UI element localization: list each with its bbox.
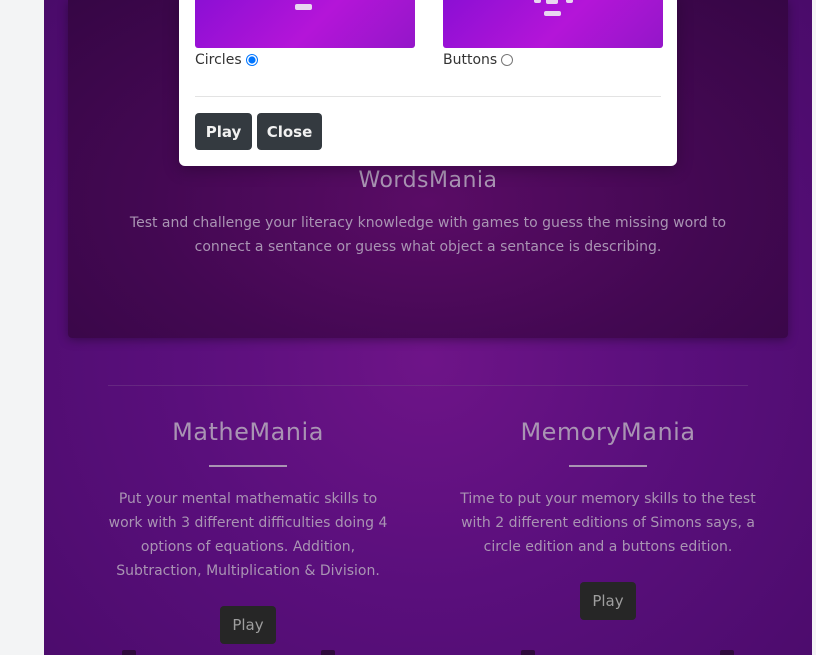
circles-option[interactable]: Circles bbox=[195, 52, 258, 68]
mathemania-title: MatheMania bbox=[172, 418, 324, 446]
memorymania-edition-modal: Circles Buttons Play Close bbox=[179, 0, 677, 166]
linkedin-icon[interactable] bbox=[720, 650, 734, 655]
section-divider bbox=[108, 385, 748, 386]
mathemania-underline bbox=[209, 465, 287, 467]
modal-footer-divider bbox=[195, 96, 661, 97]
memorymania-title: MemoryMania bbox=[520, 418, 696, 446]
mathemania-section: MatheMania Put your mental mathematic sk… bbox=[88, 412, 408, 583]
preview-mini-button bbox=[295, 4, 312, 10]
memorymania-description: Time to put your memory skills to the te… bbox=[460, 491, 756, 555]
mathemania-play-button[interactable]: Play bbox=[220, 606, 276, 644]
buttons-radio[interactable] bbox=[501, 54, 514, 66]
circles-option-label: Circles bbox=[195, 52, 242, 68]
preview-mini-button bbox=[534, 0, 541, 3]
modal-play-button[interactable]: Play bbox=[195, 113, 252, 150]
preview-mini-button bbox=[546, 0, 558, 4]
preview-mini-button bbox=[544, 11, 561, 16]
wordsmania-description: Test and challenge your literacy knowled… bbox=[129, 215, 727, 255]
instagram-icon[interactable] bbox=[321, 650, 335, 655]
circles-radio[interactable] bbox=[245, 54, 258, 66]
buttons-edition-preview bbox=[443, 0, 663, 48]
memorymania-play-button[interactable]: Play bbox=[580, 582, 636, 620]
modal-close-button[interactable]: Close bbox=[257, 113, 322, 150]
github-icon[interactable] bbox=[521, 650, 535, 655]
facebook-icon[interactable] bbox=[122, 650, 136, 655]
preview-mini-button bbox=[566, 0, 573, 3]
buttons-option-label: Buttons bbox=[443, 52, 498, 68]
buttons-option[interactable]: Buttons bbox=[443, 52, 514, 68]
circles-edition-preview bbox=[195, 0, 415, 48]
wordsmania-title: WordsMania bbox=[358, 168, 498, 193]
memorymania-underline bbox=[569, 465, 647, 467]
mathemania-description: Put your mental mathematic skills to wor… bbox=[108, 491, 388, 579]
memorymania-section: MemoryMania Time to put your memory skil… bbox=[448, 412, 768, 559]
